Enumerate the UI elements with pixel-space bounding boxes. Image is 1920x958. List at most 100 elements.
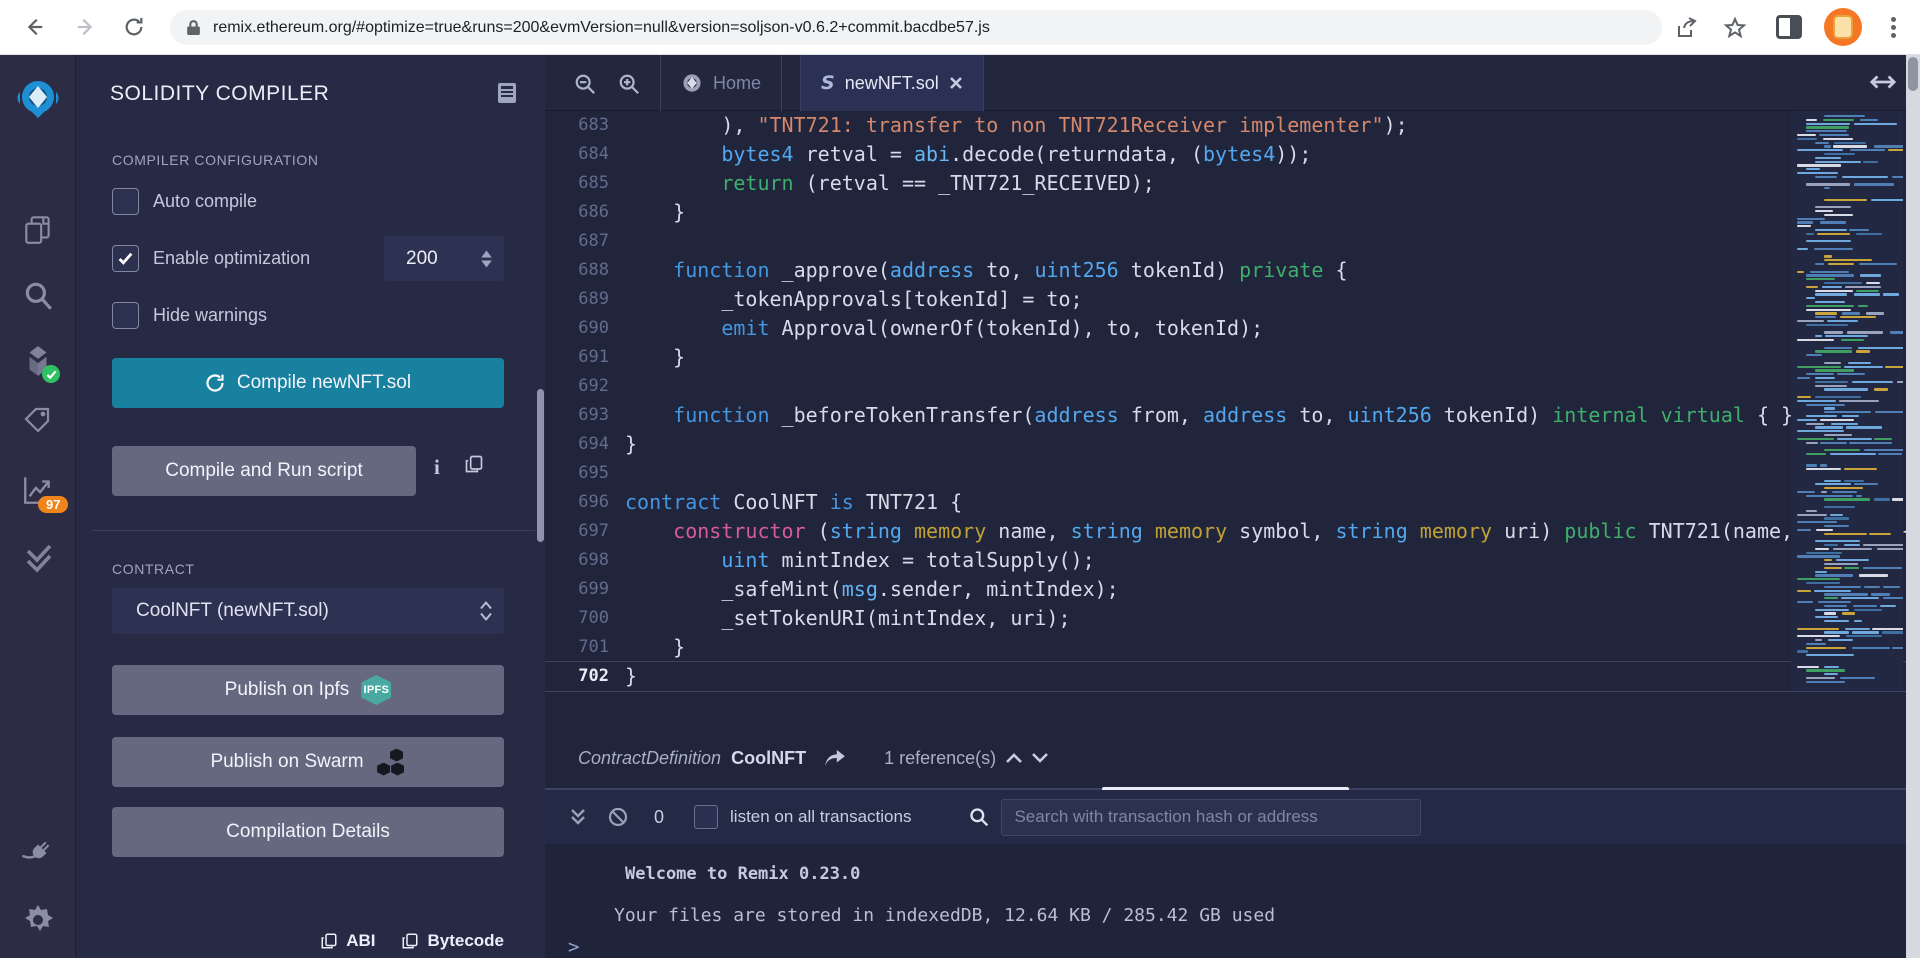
contract-select[interactable]: CoolNFT (newNFT.sol) [112, 588, 504, 634]
compilation-details-button[interactable]: Compilation Details [112, 807, 504, 857]
contract-section-label: CONTRACT [112, 561, 195, 577]
code-line-688: 688 function _approve(address to, uint25… [578, 258, 1348, 282]
expand-horizontal-icon[interactable] [1870, 71, 1896, 93]
zoom-out-icon[interactable] [570, 69, 600, 99]
code-line-687: 687 [578, 231, 609, 251]
code-line-693: 693 function _beforeTokenTransfer(addres… [578, 403, 1794, 427]
code-line-683: 683 ), "TNT721: transfer to non TNT721Re… [578, 113, 1408, 137]
solidity-file-icon: S [821, 72, 835, 94]
profile-avatar[interactable] [1824, 8, 1862, 46]
code-line-702: 702} [545, 661, 1906, 692]
enable-optimization-row: Enable optimization [112, 245, 310, 272]
listen-transactions-checkbox[interactable] [694, 805, 719, 829]
auto-compile-row: Auto compile [112, 188, 257, 215]
deploy-run-icon[interactable] [0, 399, 76, 443]
compile-and-run-button[interactable]: Compile and Run script [112, 446, 416, 496]
code-line-684: 684 bytes4 retval = abi.decode(returndat… [578, 142, 1312, 166]
panel-divider [92, 530, 535, 531]
copy-abi-button[interactable]: ABI [320, 931, 375, 951]
browser-menu-icon[interactable] [1890, 14, 1896, 42]
solidity-compiler-icon[interactable] [0, 339, 76, 383]
tab-home-label: Home [713, 72, 762, 93]
back-icon[interactable] [20, 13, 48, 41]
solidity-compiler-panel: SOLIDITY COMPILER COMPILER CONFIGURATION… [76, 55, 545, 958]
plugin-manager-icon[interactable] [0, 831, 76, 875]
compile-refresh-icon [205, 373, 225, 393]
optimization-runs-input[interactable]: 200 [384, 236, 504, 281]
compilation-details-label: Compilation Details [226, 821, 390, 842]
bookmark-star-icon[interactable] [1720, 13, 1750, 43]
hide-warnings-checkbox[interactable] [112, 302, 139, 329]
terminal: 0 listen on all transactions Welcome to … [545, 787, 1906, 958]
page-scrollbar-thumb[interactable] [1908, 57, 1918, 91]
reference-up-icon[interactable] [1006, 753, 1023, 763]
browser-sidepanel-icon[interactable] [1776, 15, 1802, 39]
runs-stepper-icon[interactable] [481, 250, 492, 267]
share-icon[interactable] [1672, 13, 1702, 43]
goto-reference-icon[interactable] [824, 749, 846, 767]
info-icon[interactable]: i [434, 455, 440, 480]
publish-swarm-button[interactable]: Publish on Swarm [112, 737, 504, 787]
clear-console-icon[interactable] [608, 807, 628, 827]
enable-optimization-checkbox[interactable] [112, 245, 139, 272]
ipfs-icon: IPFS [361, 675, 392, 705]
terminal-search-icon [969, 807, 989, 827]
code-editor[interactable]: 683 ), "TNT721: transfer to non TNT721Re… [545, 111, 1906, 740]
page-scrollbar[interactable] [1906, 55, 1920, 958]
code-line-685: 685 return (retval == _TNT721_RECEIVED); [578, 171, 1155, 195]
swarm-icon [376, 748, 406, 776]
search-icon[interactable] [0, 274, 76, 318]
config-section-label: COMPILER CONFIGURATION [112, 152, 319, 168]
minimap[interactable] [1791, 111, 1903, 691]
contract-selected-value: CoolNFT (newNFT.sol) [136, 600, 329, 621]
compile-button-label: Compile newNFT.sol [236, 372, 412, 393]
terminal-toolbar: 0 listen on all transactions [545, 790, 1906, 844]
tab-newnft[interactable]: S newNFT.sol [800, 55, 984, 111]
listen-transactions-label: listen on all transactions [730, 807, 912, 826]
terminal-prompt[interactable]: > [568, 936, 579, 958]
panel-scrollbar-thumb[interactable] [537, 389, 544, 542]
breadcrumb-node-type: ContractDefinition [578, 747, 722, 768]
collapse-terminal-icon[interactable] [570, 808, 586, 826]
forward-icon[interactable] [72, 13, 100, 41]
tab-newnft-label: newNFT.sol [844, 72, 939, 93]
remix-ide-window: remix.ethereum.org/#optimize=true&runs=2… [0, 0, 1920, 958]
code-line-694: 694} [578, 432, 638, 456]
code-line-692: 692 [578, 376, 609, 396]
publish-swarm-label: Publish on Swarm [210, 751, 364, 772]
tab-home[interactable]: Home [660, 55, 783, 111]
copy-bytecode-button[interactable]: Bytecode [401, 931, 504, 951]
terminal-search-input[interactable] [1001, 798, 1422, 836]
breadcrumb-node-name: CoolNFT [731, 747, 807, 768]
settings-icon[interactable] [0, 898, 76, 942]
tab-close-icon[interactable] [949, 76, 963, 90]
url-text: remix.ethereum.org/#optimize=true&runs=2… [213, 18, 990, 36]
auto-compile-checkbox[interactable] [112, 188, 139, 215]
code-line-698: 698 uint mintIndex = totalSupply(); [578, 548, 1095, 572]
address-bar[interactable]: remix.ethereum.org/#optimize=true&runs=2… [170, 10, 1662, 45]
code-line-686: 686 } [578, 200, 686, 224]
code-line-699: 699 _safeMint(msg.sender, mintIndex); [578, 577, 1119, 601]
compile-button[interactable]: Compile newNFT.sol [112, 358, 504, 408]
remix-logo[interactable] [0, 77, 76, 121]
runs-value: 200 [406, 247, 438, 269]
zoom-in-icon[interactable] [614, 69, 644, 99]
changelog-icon[interactable] [495, 81, 519, 105]
copy-icon[interactable] [464, 454, 484, 474]
static-analysis-icon[interactable]: 97 [0, 468, 76, 513]
terminal-storage-line: Your files are stored in indexedDB, 12.6… [614, 905, 1276, 926]
code-line-701: 701 } [578, 635, 686, 659]
editor-breadcrumb: ContractDefinition CoolNFT 1 reference(s… [545, 740, 1906, 776]
publish-ipfs-button[interactable]: Publish on Ipfs IPFS [112, 665, 504, 715]
code-line-700: 700 _setTokenURI(mintIndex, uri); [578, 606, 1071, 630]
abi-label: ABI [346, 931, 376, 950]
remix-home-icon [683, 74, 701, 92]
reference-down-icon[interactable] [1032, 753, 1049, 763]
reload-icon[interactable] [120, 13, 148, 41]
terminal-welcome-line: Welcome to Remix 0.23.0 [625, 864, 861, 884]
unit-testing-icon[interactable] [0, 535, 76, 579]
publish-ipfs-label: Publish on Ipfs [224, 679, 350, 700]
file-explorer-icon[interactable] [0, 208, 76, 252]
enable-optimization-label: Enable optimization [153, 248, 311, 268]
contract-select-arrows-icon [480, 601, 492, 621]
